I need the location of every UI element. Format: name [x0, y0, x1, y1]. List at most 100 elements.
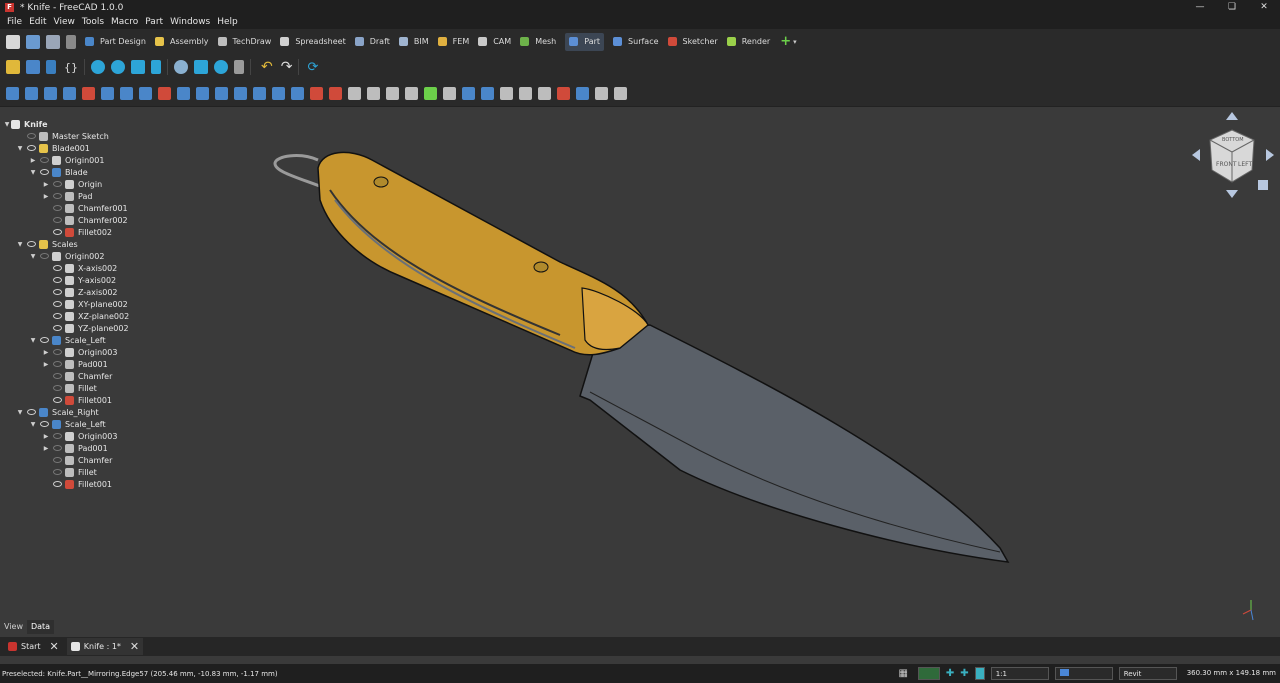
chevron-right-icon[interactable]: ▶ [42, 433, 50, 440]
chevron-down-icon[interactable]: ▼ [16, 409, 24, 416]
navcube-arrow-down-icon[interactable] [1226, 190, 1238, 198]
menu-part[interactable]: Part [145, 17, 163, 27]
chevron-down-icon[interactable]: ▼ [16, 241, 24, 248]
menu-help[interactable]: Help [217, 17, 238, 27]
visibility-icon[interactable] [53, 361, 62, 367]
tree-item[interactable]: Y-axis002 [42, 274, 116, 286]
workbench-surface[interactable]: Surface [613, 33, 659, 51]
make-face-icon[interactable] [253, 86, 266, 100]
chevron-down-icon[interactable]: ▼ [29, 421, 37, 428]
visibility-icon[interactable] [40, 253, 49, 259]
std-views-icon[interactable] [174, 60, 188, 74]
navcube-arrow-right-icon[interactable] [1266, 149, 1274, 161]
macro-record-icon[interactable] [46, 60, 56, 74]
tab-view[interactable]: View [0, 620, 27, 634]
visibility-icon[interactable] [53, 217, 62, 223]
measure-icon[interactable] [595, 86, 608, 100]
menu-windows[interactable]: Windows [170, 17, 210, 27]
tree-item[interactable]: ▼ Scale_Left [29, 334, 106, 346]
chevron-down-icon[interactable]: ▼ [29, 169, 37, 176]
fit-all-icon[interactable] [91, 60, 105, 74]
sweep-icon[interactable] [310, 86, 323, 100]
mirror-icon[interactable] [196, 86, 209, 100]
workbench-bim[interactable]: BIM [398, 33, 429, 51]
navcube-arrow-up-icon[interactable] [1226, 112, 1238, 120]
chevron-right-icon[interactable]: ▶ [42, 181, 50, 188]
box-selection-icon[interactable] [194, 60, 208, 74]
whats-this-icon[interactable] [66, 34, 76, 49]
cone-icon[interactable] [63, 86, 76, 100]
chevron-right-icon[interactable]: ▶ [42, 193, 50, 200]
tree-item[interactable]: ▶ Pad001 [42, 358, 108, 370]
section-icon[interactable] [329, 86, 342, 100]
tab-data[interactable]: Data [26, 620, 55, 634]
tree-item[interactable]: Chamfer001 [42, 202, 128, 214]
chevron-down-icon[interactable]: ▼ [29, 337, 37, 344]
redo-icon[interactable]: ↷ [281, 59, 293, 75]
fillet-icon[interactable] [215, 86, 228, 100]
grid-icon[interactable]: ▦ [898, 668, 907, 679]
cylinder-icon[interactable] [25, 86, 38, 100]
extrude-icon[interactable] [158, 86, 171, 100]
visibility-icon[interactable] [53, 397, 62, 403]
workbench-spreadsheet[interactable]: Spreadsheet [280, 33, 346, 51]
torus-icon[interactable] [82, 86, 95, 100]
workbench-part[interactable]: Part [565, 32, 605, 51]
tree-item[interactable]: XZ-plane002 [42, 310, 129, 322]
loft-icon[interactable] [291, 86, 304, 100]
refresh-icon[interactable]: ⟳ [307, 60, 318, 75]
tree-item[interactable]: ▼ Scale_Right [16, 406, 99, 418]
chevron-right-icon[interactable]: ▶ [42, 349, 50, 356]
visibility-icon[interactable] [53, 469, 62, 475]
clipping-icon[interactable] [234, 60, 244, 74]
visibility-icon[interactable] [53, 433, 62, 439]
chevron-down-icon[interactable]: ▼ [3, 121, 11, 128]
visibility-icon[interactable] [40, 337, 49, 343]
macro-editor-icon[interactable]: {} [64, 61, 78, 74]
tree-item[interactable]: Z-axis002 [42, 286, 118, 298]
part-icon[interactable] [6, 60, 20, 74]
new-document-icon[interactable] [6, 34, 20, 49]
chevron-right-icon[interactable]: ▶ [42, 445, 50, 452]
workbench-part-design[interactable]: Part Design [85, 33, 146, 51]
tree-item[interactable]: YZ-plane002 [42, 322, 129, 334]
tree-item[interactable]: ▶ Origin003 [42, 346, 117, 358]
navigation-cube[interactable]: FRONT LEFT BOTTOM [1188, 110, 1278, 203]
visibility-icon[interactable] [27, 145, 36, 151]
tree-item[interactable]: Fillet [42, 382, 97, 394]
close-icon[interactable]: ✕ [1248, 0, 1280, 15]
close-icon[interactable]: ✕ [130, 640, 139, 653]
workbench-sketcher[interactable]: Sketcher [667, 33, 718, 51]
chevron-down-icon[interactable]: ▾ [793, 38, 797, 46]
chevron-down-icon[interactable]: ▼ [29, 253, 37, 260]
visibility-icon[interactable] [53, 289, 62, 295]
visibility-icon[interactable] [27, 133, 36, 139]
tree-item[interactable]: X-axis002 [42, 262, 117, 274]
check-geometry-icon[interactable] [557, 86, 570, 100]
union-icon[interactable] [519, 86, 532, 100]
workbench-mesh[interactable]: Mesh [520, 33, 556, 51]
restore-icon[interactable]: ❏ [1216, 0, 1248, 15]
lock-icon[interactable] [917, 667, 940, 680]
boolean-icon[interactable] [443, 86, 456, 100]
visibility-icon[interactable] [40, 421, 49, 427]
menu-view[interactable]: View [54, 17, 75, 27]
tube-icon[interactable] [101, 86, 114, 100]
color-per-face-icon[interactable] [424, 86, 437, 100]
visibility-icon[interactable] [53, 265, 62, 271]
visibility-icon[interactable] [53, 457, 62, 463]
menu-macro[interactable]: Macro [111, 17, 138, 27]
chamfer-icon[interactable] [234, 86, 247, 100]
measure-icon[interactable] [214, 60, 228, 74]
tree-item[interactable]: Chamfer [42, 370, 112, 382]
tree-item[interactable]: XY-plane002 [42, 298, 128, 310]
working-plane-icon[interactable] [974, 667, 985, 680]
navcube-menu-icon[interactable] [1258, 180, 1268, 190]
tree-item[interactable]: ▼ Knife [3, 118, 48, 130]
nav-style-select[interactable]: Revit [1118, 667, 1177, 680]
folder-icon[interactable] [26, 60, 40, 74]
visibility-icon[interactable] [53, 349, 62, 355]
cross-sections-icon[interactable] [348, 86, 361, 100]
revolve-icon[interactable] [177, 86, 190, 100]
cut-icon[interactable] [462, 86, 475, 100]
